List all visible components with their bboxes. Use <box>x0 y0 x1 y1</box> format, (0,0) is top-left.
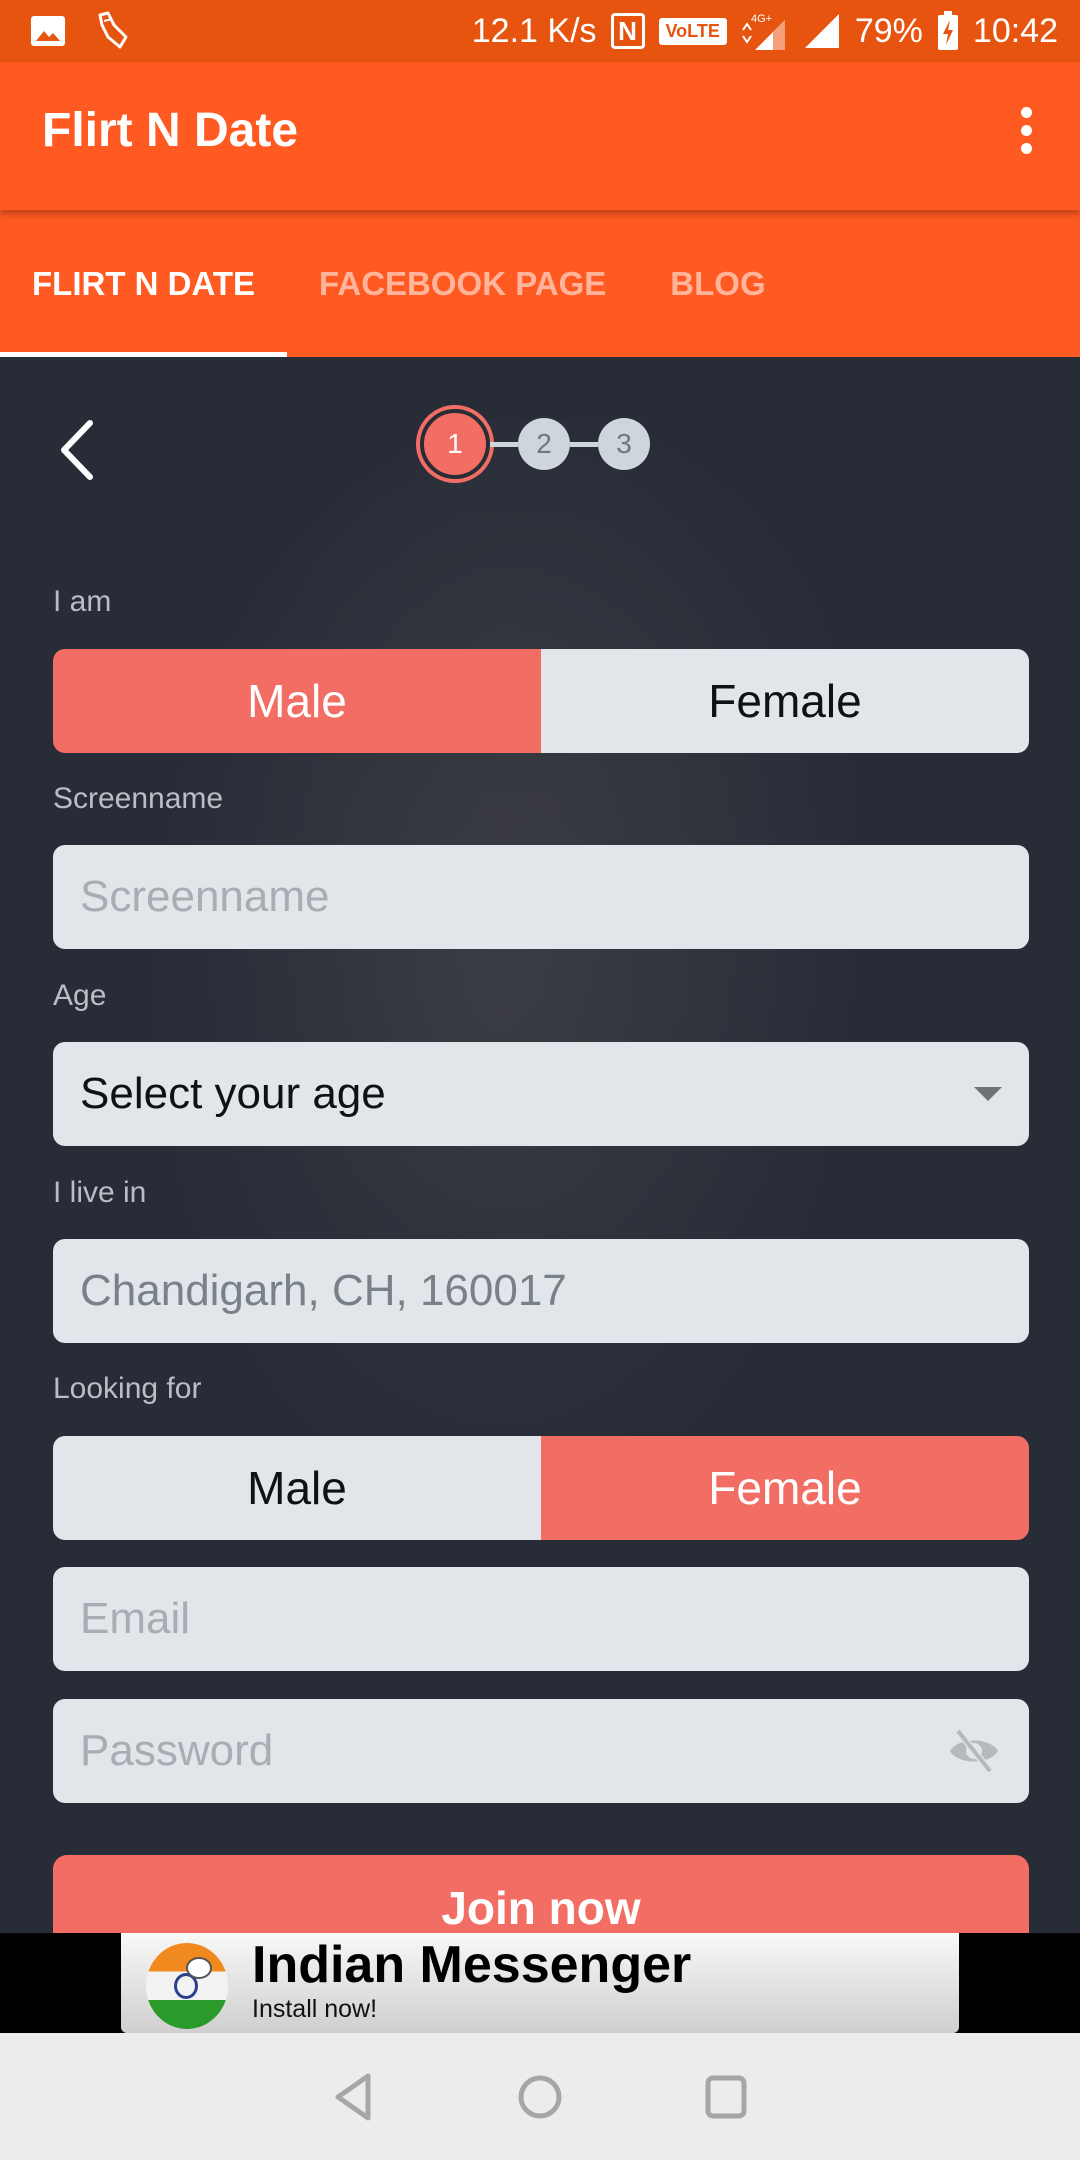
location-label: I live in <box>53 1176 147 1209</box>
volte-icon: VoLTE <box>658 17 727 45</box>
gallery-icon <box>30 15 66 47</box>
location-value: Chandigarh, CH, 160017 <box>80 1266 567 1315</box>
age-label: Age <box>53 979 107 1012</box>
app-title: Flirt N Date <box>42 103 299 157</box>
password-field <box>53 1699 1029 1803</box>
tab-bar: FLIRT N DATE FACEBOOK PAGE BLOG <box>0 210 1080 357</box>
ad-banner: Indian Messenger Install now! <box>0 1933 1080 2033</box>
join-now-button[interactable]: Join now <box>53 1855 1029 1933</box>
looking-for-male-option[interactable]: Male <box>53 1436 541 1540</box>
i-am-female-option[interactable]: Female <box>541 649 1029 753</box>
nav-home-icon[interactable] <box>510 2067 570 2127</box>
email-input[interactable] <box>80 1594 1002 1644</box>
progress-stepper: 1 2 3 <box>420 409 650 479</box>
clock: 10:42 <box>972 11 1058 50</box>
ad-title: Indian Messenger <box>252 1936 692 1994</box>
i-am-toggle: Male Female <box>53 649 1029 753</box>
i-am-male-option[interactable]: Male <box>53 649 541 753</box>
signal-icon <box>803 12 841 50</box>
location-field[interactable]: Chandigarh, CH, 160017 <box>53 1239 1029 1343</box>
indian-messenger-logo-icon <box>146 1943 228 2029</box>
looking-for-label: Looking for <box>53 1372 202 1405</box>
system-nav-bar <box>0 2033 1080 2160</box>
ad-subtitle: Install now! <box>252 1995 378 2023</box>
app-bar: Flirt N Date <box>0 62 1080 210</box>
email-field <box>53 1567 1029 1671</box>
battery-percent: 79% <box>854 11 923 50</box>
i-am-label: I am <box>53 585 112 618</box>
tab-flirt-n-date[interactable]: FLIRT N DATE <box>0 210 288 357</box>
nfc-icon: N <box>610 13 645 49</box>
screenname-input[interactable] <box>80 872 1002 922</box>
tab-blog[interactable]: BLOG <box>638 210 797 357</box>
looking-for-female-option[interactable]: Female <box>541 1436 1029 1540</box>
back-icon[interactable] <box>52 415 102 485</box>
signup-form: 1 2 3 I am Male Female Screenname Age Se… <box>0 357 1080 1933</box>
battery-charging-icon <box>937 11 959 51</box>
password-input[interactable] <box>80 1726 946 1776</box>
dropdown-arrow-icon <box>974 1087 1002 1101</box>
age-select[interactable]: Select your age <box>53 1042 1029 1146</box>
visibility-off-icon[interactable] <box>946 1723 1002 1779</box>
screenname-label: Screenname <box>53 782 224 815</box>
nav-recents-icon[interactable] <box>696 2067 756 2127</box>
step-1: 1 <box>420 409 490 479</box>
step-connector <box>570 441 598 447</box>
step-connector <box>490 441 518 447</box>
broom-icon <box>92 11 132 51</box>
tab-facebook-page[interactable]: FACEBOOK PAGE <box>287 210 638 357</box>
signal-4g-icon: 4G+ <box>741 10 789 52</box>
status-bar: 12.1 K/s N VoLTE 4G+ 79% 10:42 <box>0 0 1080 62</box>
ad-card[interactable]: Indian Messenger Install now! <box>121 1933 959 2033</box>
screenname-field <box>53 845 1029 949</box>
network-speed: 12.1 K/s <box>471 11 597 50</box>
step-3: 3 <box>598 418 650 470</box>
age-select-value: Select your age <box>80 1069 386 1118</box>
overflow-menu-icon[interactable] <box>1013 99 1040 162</box>
step-2: 2 <box>518 418 570 470</box>
nav-back-icon[interactable] <box>324 2067 384 2127</box>
looking-for-toggle: Male Female <box>53 1436 1029 1540</box>
svg-text:4G+: 4G+ <box>751 13 772 25</box>
